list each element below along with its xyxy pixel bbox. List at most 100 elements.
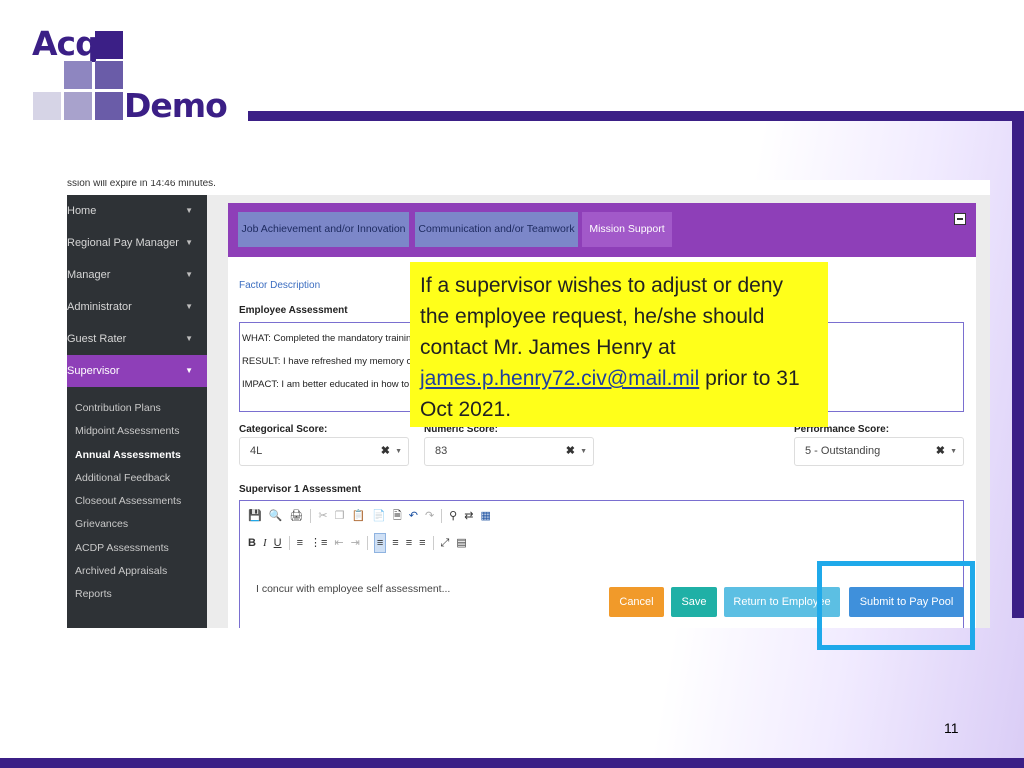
assessment-impact: IMPACT: I am better educated in how to a [242, 379, 418, 390]
sidebar: Home ▼ Regional Pay Manager ▼ Manager ▼ … [67, 195, 207, 628]
clear-icon[interactable]: ✖ [936, 438, 945, 465]
toolbar-divider [310, 509, 312, 523]
justify-icon[interactable]: ≡ [419, 534, 425, 552]
paste-word-icon[interactable]: 🗎 [393, 507, 402, 525]
submenu-annual-assessments[interactable]: Annual Assessments [67, 444, 207, 467]
submenu-contribution-plans[interactable]: Contribution Plans [67, 397, 207, 420]
align-center-icon[interactable]: ≡ [392, 534, 398, 552]
submenu-acdp-assessments[interactable]: ACDP Assessments [67, 537, 207, 560]
sidebar-item-label: Manager [67, 269, 111, 281]
numeric-score-select[interactable]: 83 ✖ ▼ [424, 437, 594, 466]
supervisor-submenu: Contribution Plans Midpoint Assessments … [67, 387, 207, 607]
submenu-midpoint-assessments[interactable]: Midpoint Assessments [67, 420, 207, 443]
highlight-callout-box [817, 561, 975, 650]
cancel-button[interactable]: Cancel [609, 587, 664, 617]
align-left-icon[interactable]: ≡ [373, 533, 387, 553]
sidebar-item-label: Guest Rater [67, 333, 127, 345]
logo-square [33, 92, 61, 120]
submenu-archived-appraisals[interactable]: Archived Appraisals [67, 560, 207, 583]
session-timer: ssion will expire in 14:46 minutes. [67, 180, 216, 189]
right-accent-bar [1012, 121, 1024, 618]
caret-down-icon: ▼ [185, 302, 193, 311]
contact-email-link[interactable]: james.p.henry72.civ@mail.mil [420, 367, 699, 390]
clear-icon[interactable]: ✖ [381, 438, 390, 465]
chevron-down-icon[interactable]: ▼ [580, 438, 587, 465]
submenu-grievances[interactable]: Grievances [67, 513, 207, 536]
tab-job-achievement[interactable]: Job Achievement and/or Innovation [238, 212, 409, 247]
toolbar-divider [441, 509, 443, 523]
header-accent-bar [248, 111, 1024, 121]
sidebar-item-administrator[interactable]: Administrator ▼ [67, 291, 207, 323]
employee-assessment-heading: Employee Assessment [239, 305, 348, 316]
chevron-down-icon[interactable]: ▼ [395, 438, 402, 465]
bulleted-list-icon[interactable]: ⋮≡ [310, 534, 327, 552]
sidebar-item-home[interactable]: Home ▼ [67, 195, 207, 227]
editor-toolbar-row-1: 💾 🔍 🖨 ✂ ❐ 📋 📄 🗎 ↶ ↷ ⚲ ⇄ ▦ [248, 507, 491, 525]
tab-mission-support[interactable]: Mission Support [582, 212, 672, 247]
maximize-icon[interactable]: ⤢ [441, 534, 450, 552]
find-icon[interactable]: ⚲ [449, 507, 457, 525]
sidebar-item-label: Supervisor [67, 365, 120, 377]
footer-accent-bar [0, 758, 1024, 768]
paste-text-icon[interactable]: 📄 [372, 507, 386, 525]
submenu-additional-feedback[interactable]: Additional Feedback [67, 467, 207, 490]
logo-square [95, 31, 123, 59]
page-number: 11 [944, 720, 959, 736]
supervisor-assessment-text[interactable]: I concur with employee self assessment..… [256, 583, 450, 595]
numeric-score-value: 83 [435, 445, 448, 457]
logo-square [95, 61, 123, 89]
clear-icon[interactable]: ✖ [566, 438, 575, 465]
logo-square [64, 61, 92, 89]
sidebar-item-label: Regional Pay Manager [67, 237, 179, 249]
copy-icon[interactable]: ❐ [335, 507, 345, 525]
caret-down-icon: ▼ [185, 238, 193, 247]
caret-down-icon: ▼ [185, 270, 193, 279]
align-right-icon[interactable]: ≡ [406, 534, 412, 552]
logo-text-demo: Demo [124, 86, 228, 125]
categorical-score-select[interactable]: 4L ✖ ▼ [239, 437, 409, 466]
indent-icon[interactable]: ⇥ [351, 534, 360, 552]
submenu-closeout-assessments[interactable]: Closeout Assessments [67, 490, 207, 513]
sidebar-item-manager[interactable]: Manager ▼ [67, 259, 207, 291]
select-all-icon[interactable]: ▦ [480, 507, 490, 525]
save-button[interactable]: Save [671, 587, 717, 617]
collapse-icon[interactable] [954, 213, 966, 225]
logo-square [95, 92, 123, 120]
factor-description-link[interactable]: Factor Description [239, 280, 320, 291]
print-icon[interactable]: 🖨 [289, 507, 303, 525]
chevron-down-icon[interactable]: ▼ [950, 438, 957, 465]
caret-down-icon: ▼ [185, 366, 193, 375]
save-icon[interactable]: 💾 [248, 507, 262, 525]
cut-icon[interactable]: ✂ [318, 507, 327, 525]
paste-icon[interactable]: 📋 [351, 507, 365, 525]
redo-icon[interactable]: ↷ [425, 507, 434, 525]
outdent-icon[interactable]: ⇤ [334, 534, 343, 552]
logo-text-acq: Acq [32, 24, 99, 63]
categorical-score-label: Categorical Score: [239, 424, 328, 435]
factor-tabs: Job Achievement and/or Innovation Commun… [228, 203, 976, 257]
sidebar-item-label: Administrator [67, 301, 132, 313]
numbered-list-icon[interactable]: ≡ [297, 534, 303, 552]
sidebar-item-guest-rater[interactable]: Guest Rater ▼ [67, 323, 207, 355]
submenu-reports[interactable]: Reports [67, 583, 207, 606]
tab-communication[interactable]: Communication and/or Teamwork [415, 212, 578, 247]
toolbar-divider [288, 536, 290, 550]
sidebar-item-label: Home [67, 205, 97, 217]
categorical-score-value: 4L [250, 445, 263, 457]
supervisor-assessment-heading: Supervisor 1 Assessment [239, 484, 361, 495]
replace-icon[interactable]: ⇄ [464, 507, 473, 525]
caret-down-icon: ▼ [185, 206, 193, 215]
sidebar-item-regional-pay-manager[interactable]: Regional Pay Manager ▼ [67, 227, 207, 259]
show-blocks-icon[interactable]: ▤ [456, 534, 466, 552]
italic-icon[interactable]: I [263, 534, 267, 552]
undo-icon[interactable]: ↶ [409, 507, 418, 525]
preview-icon[interactable]: 🔍 [269, 507, 283, 525]
note-line-1: If a supervisor wishes to adjust or deny… [420, 274, 784, 359]
underline-icon[interactable]: U [274, 534, 282, 552]
performance-score-value: 5 - Outstanding [805, 445, 881, 457]
bold-icon[interactable]: B [248, 534, 256, 552]
caret-down-icon: ▼ [185, 334, 193, 343]
logo-square [64, 92, 92, 120]
performance-score-select[interactable]: 5 - Outstanding ✖ ▼ [794, 437, 964, 466]
sidebar-item-supervisor[interactable]: Supervisor ▼ [67, 355, 207, 387]
